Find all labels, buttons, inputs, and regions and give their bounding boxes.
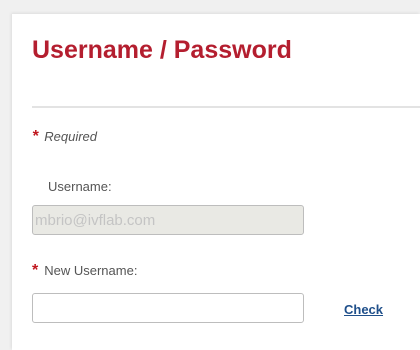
username-password-panel: Username / Password * Required Username: … [12,14,420,350]
current-username-field [32,205,304,235]
username-label: Username: [48,179,112,194]
required-asterisk: * [32,128,39,145]
new-username-input[interactable] [32,293,304,323]
check-availability-link[interactable]: Check [344,302,383,317]
required-note-text: Required [44,129,97,144]
required-asterisk: * [32,262,39,279]
new-username-label-row: * New Username: [32,262,137,280]
title-divider [32,106,420,108]
new-username-label: New Username: [44,263,138,278]
required-note: * Required [32,128,97,146]
page-title: Username / Password [32,36,292,64]
